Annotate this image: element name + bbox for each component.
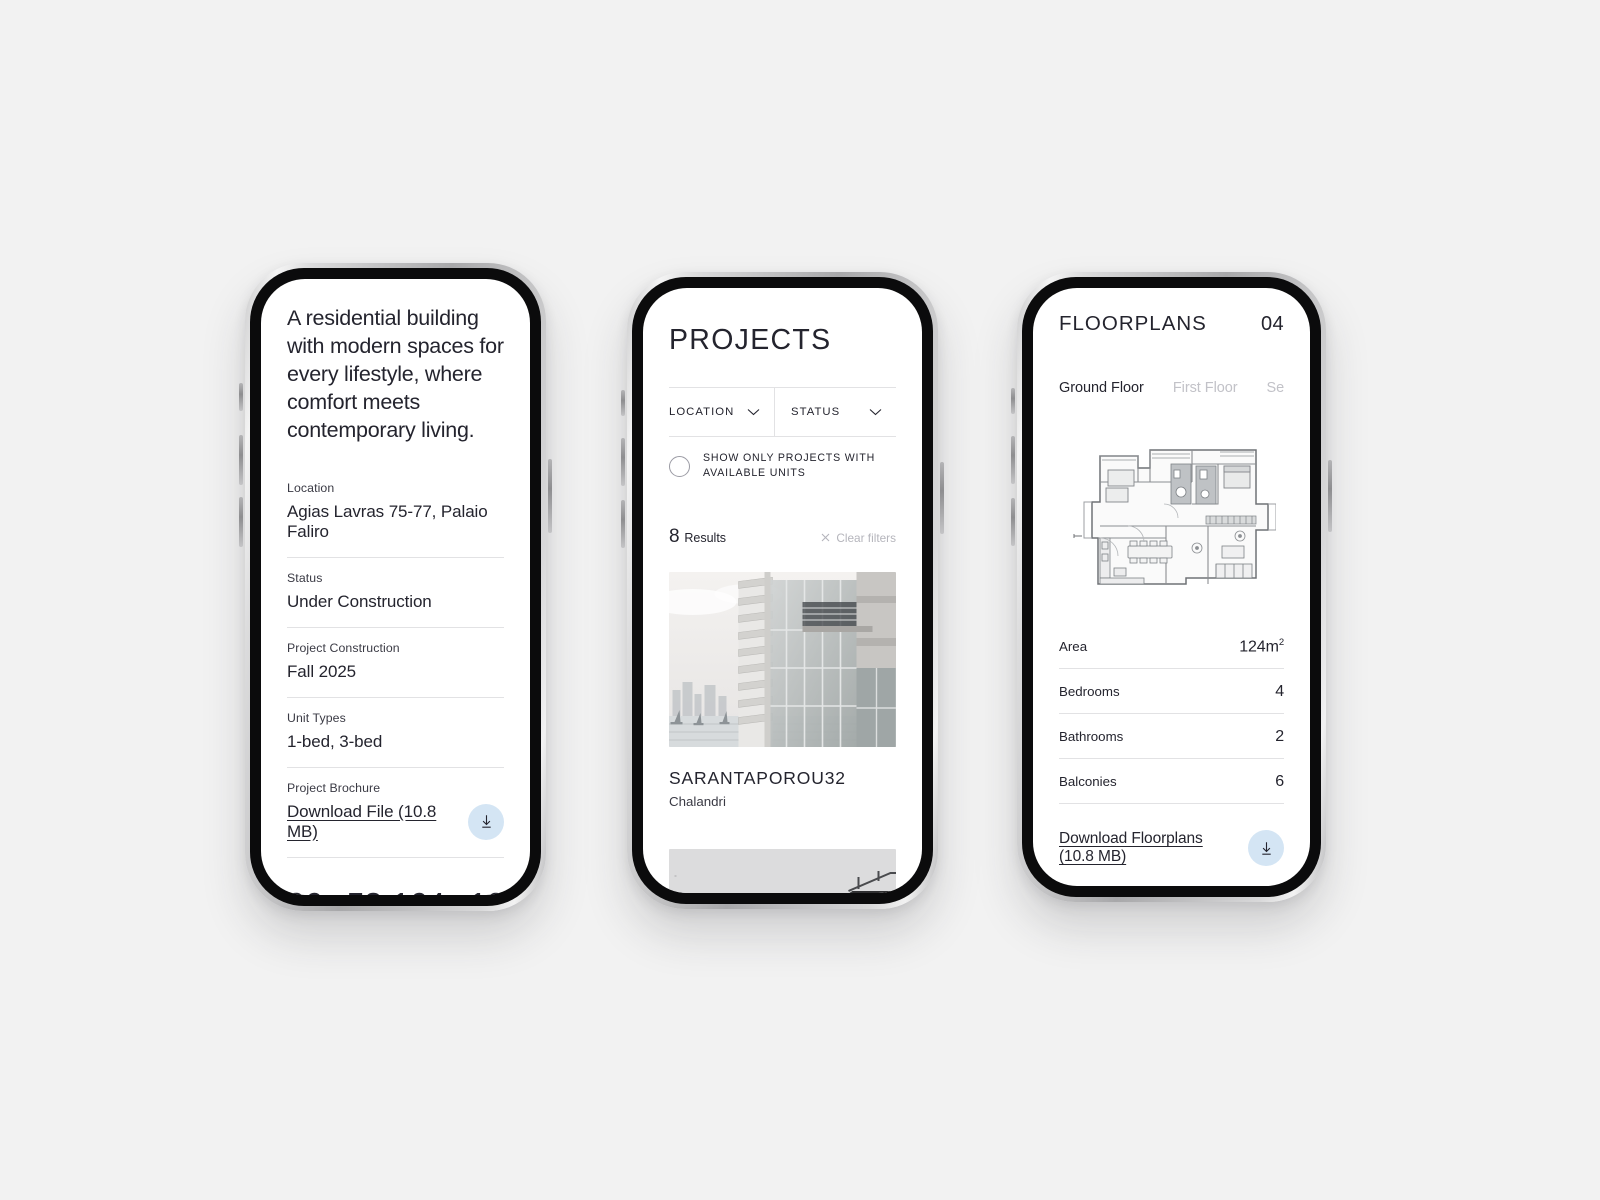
download-brochure-button[interactable] [468,803,504,840]
section-number: 04 [1260,313,1284,335]
screen-projects: PROJECTS LOCATION STATUS SHOW ONLY PROJE… [643,288,922,893]
floor-tabs: Ground Floor First Floor Second [1059,380,1284,396]
download-floorplans-row: Download Floorplans (10.8 MB) [1059,830,1284,867]
spec-key: Area [1059,639,1088,655]
floorplan-spec-table: Area 124m2 Bedrooms 4 Bathrooms 2 Balcon… [1059,637,1284,805]
project-card-name: SARANTAPOROU32 [669,767,846,788]
stat-floors: 06 Floors [287,888,323,895]
results-label: Results [684,530,727,545]
spec-value: 6 [1275,773,1284,791]
spec-label: Status [287,570,323,585]
page-title: PROJECTS [669,324,832,356]
chevron-down-icon [869,403,882,421]
tab-second-floor[interactable]: Second [1267,380,1284,396]
stat-unit-sizes: 53-164 Units Sizes in SQM [347,888,446,895]
table-row: Bedrooms 4 [1059,683,1284,715]
spec-key: Balconies [1059,774,1117,790]
tab-ground-floor[interactable]: Ground Floor [1059,380,1144,396]
volume-up-button[interactable] [1011,436,1015,484]
screen-project-details: A residential building with modern space… [261,279,530,895]
download-floorplans-link[interactable]: Download Floorplans (10.8 MB) [1059,830,1236,866]
spec-value: Fall 2025 [287,661,357,681]
spec-value: 124m2 [1239,637,1284,656]
tab-first-floor[interactable]: First Floor [1173,380,1238,396]
screen-floorplans: FLOORPLANS 04 Ground Floor First Floor S… [1033,288,1310,886]
power-button[interactable] [548,459,552,533]
volume-down-button[interactable] [621,500,625,548]
filter-label: LOCATION [669,406,735,418]
clear-filters-label: Clear filters [836,530,896,545]
project-image-waterfront-tower[interactable] [669,571,896,747]
chevron-down-icon [747,403,760,421]
spec-label: Project Brochure [287,780,381,795]
power-button[interactable] [1328,460,1332,532]
filter-label: STATUS [791,406,841,418]
volume-down-button[interactable] [1011,498,1015,546]
spec-value: Agias Lavras 75-77, Palaio Faliro [287,501,488,541]
phone-bezel: A residential building with modern space… [250,268,541,906]
project-image-dark-canopy[interactable] [669,848,896,893]
spec-label: Location [287,480,335,495]
spec-value: 1-bed, 3-bed [287,731,383,751]
project-card[interactable] [669,848,896,893]
action-button[interactable] [621,390,625,416]
stat-number: 10 [469,888,505,895]
download-icon [1258,840,1275,857]
floorplans-header: FLOORPLANS 04 [1059,288,1284,336]
stat-number: 06 [287,888,323,895]
radio-icon[interactable] [669,455,690,477]
spec-value: 4 [1275,683,1284,701]
spec-row: Location Agias Lavras 75-77, Palaio Fali… [287,481,504,558]
spec-row: Status Under Construction [287,558,504,628]
phone-mockup-projects-list: PROJECTS LOCATION STATUS SHOW ONLY PROJE… [621,272,944,909]
screenshot-canvas: A residential building with modern space… [0,0,1600,1200]
spec-value: 2 [1275,728,1284,746]
project-card[interactable]: SARANTAPOROU32 Chalandri [669,571,896,809]
table-row: Bathrooms 2 [1059,728,1284,760]
volume-up-button[interactable] [621,438,625,486]
spec-value: Under Construction [287,591,432,611]
results-row: 8 Results Clear filters [669,526,896,548]
close-icon [821,531,830,545]
project-spec-list: Location Agias Lavras 75-77, Palaio Fali… [287,481,504,858]
download-floorplans-button[interactable] [1248,830,1284,867]
spec-key: Bedrooms [1059,684,1120,700]
spec-row: Unit Types 1-bed, 3-bed [287,698,504,768]
phone-bezel: FLOORPLANS 04 Ground Floor First Floor S… [1022,277,1321,897]
project-stats: 06 Floors 53-164 Units Sizes in SQM 10 U… [287,858,505,895]
download-icon [478,813,495,830]
filter-status-dropdown[interactable]: STATUS [774,388,896,436]
power-button[interactable] [940,462,944,534]
filter-bar: LOCATION STATUS [669,387,896,437]
phone-mockup-floorplans: FLOORPLANS 04 Ground Floor First Floor S… [1011,272,1332,902]
clear-filters-button[interactable]: Clear filters [821,531,896,545]
available-units-toggle[interactable]: SHOW ONLY PROJECTS WITH AVAILABLE UNITS [669,437,896,482]
phone-mockup-project-details: A residential building with modern space… [239,263,552,911]
project-description: A residential building with modern space… [287,306,504,442]
spec-row: Project Construction Fall 2025 [287,628,504,698]
spec-label: Project Construction [287,640,400,655]
stat-units: 10 Units [469,888,505,895]
volume-down-button[interactable] [239,497,243,547]
action-button[interactable] [239,383,243,411]
toggle-label: SHOW ONLY PROJECTS WITH AVAILABLE UNITS [703,452,876,480]
volume-up-button[interactable] [239,435,243,485]
phone-bezel: PROJECTS LOCATION STATUS SHOW ONLY PROJE… [632,277,933,904]
spec-label: Unit Types [287,710,346,725]
page-title: FLOORPLANS [1059,312,1207,335]
action-button[interactable] [1011,388,1015,414]
table-row: Area 124m2 [1059,637,1284,670]
stat-number: 53-164 [347,888,446,895]
project-card-location: Chalandri [669,793,726,809]
filter-location-dropdown[interactable]: LOCATION [669,388,774,436]
download-brochure-link[interactable]: Download File (10.8 MB) [287,802,454,842]
spec-key: Bathrooms [1059,729,1124,745]
floorplan-drawing[interactable] [1059,432,1284,597]
table-row: Balconies 6 [1059,773,1284,805]
results-count: 8 [669,525,680,547]
spec-row-brochure: Project Brochure Download File (10.8 MB) [287,768,504,858]
